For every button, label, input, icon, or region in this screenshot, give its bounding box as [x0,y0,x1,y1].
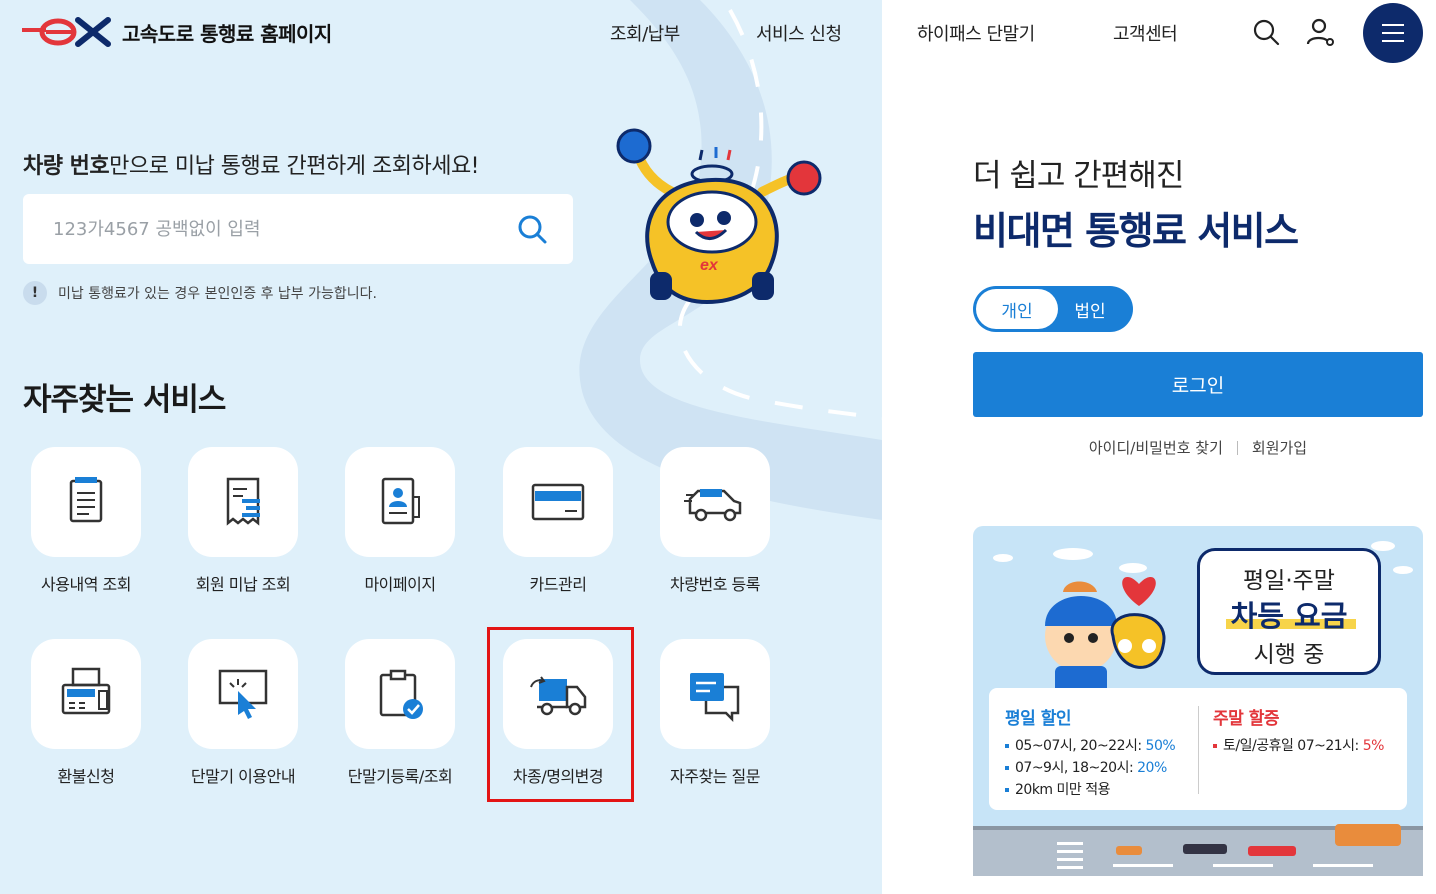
user-icon[interactable] [1305,16,1337,48]
lookup-notice: ! 미납 통행료가 있는 경우 본인인증 후 납부 가능합니다. [23,281,377,305]
service-label: 마이페이지 [364,575,436,594]
receipt-icon [226,477,260,526]
signup-link[interactable]: 회원가입 [1252,437,1307,458]
mascot-car-illustration: ex [616,128,822,305]
weekday-line: 05~07시, 20~22시: 50% [1005,735,1195,757]
bubble-line3: 시행 중 [1253,642,1325,668]
frequent-services-title: 자주찾는 서비스 [23,382,226,418]
service-label: 단말기등록/조회 [347,767,453,786]
search-icon[interactable] [515,212,549,246]
service-tile [188,447,298,557]
vehicle-icon [684,489,742,522]
header: 고속도로 통행료 홈페이지 조회/납부 서비스 신청 하이패스 단말기 고객센터 [0,0,1436,66]
bubble-line1: 평일·주말 [1243,568,1335,594]
chat-bubble-icon [690,673,740,723]
service-label: 단말기 이용안내 [190,767,296,786]
nav-inquiry-payment[interactable]: 조회/납부 [610,20,680,46]
contactless-subheading: 더 쉽고 간편해진 [973,158,1184,194]
service-label: 차량번호 등록 [670,575,760,594]
service-tile [31,447,141,557]
service-tile [31,639,141,749]
service-label: 사용내역 조회 [41,575,131,594]
service-label: 카드관리 [529,575,587,594]
site-logo[interactable]: 고속도로 통행료 홈페이지 [22,16,332,48]
nav-hipass-device[interactable]: 하이패스 단말기 [917,20,1035,46]
service-label: 자주찾는 질문 [670,767,760,786]
menu-button[interactable] [1363,3,1423,63]
service-faq[interactable]: 자주찾는 질문 [645,639,785,799]
lookup-title: 차량 번호만으로 미납 통행료 간편하게 조회하세요! [23,154,479,179]
weekday-line: 20km 미만 적용 [1005,779,1195,801]
service-tile [345,639,455,749]
touch-screen-icon [218,669,268,719]
rate-info-card: 평일 할인 05~07시, 20~22시: 50% 07~9시, 18~20시:… [989,688,1407,810]
service-tile [503,447,613,557]
weekend-line: 토/일/공휴일 07~21시: 5% [1213,735,1403,757]
site-title: 고속도로 통행료 홈페이지 [122,21,332,46]
notice-text: 미납 통행료가 있는 경우 본인인증 후 납부 가능합니다. [58,286,377,302]
fax-icon [61,667,111,715]
toggle-personal[interactable]: 개인 [976,289,1058,329]
profile-card-icon [381,477,420,525]
nav-customer-center[interactable]: 고객센터 [1113,20,1178,46]
svg-text:ex: ex [700,257,719,274]
member-type-toggle: 개인 법인 [973,286,1133,332]
service-device-register[interactable]: 단말기등록/조회 [330,639,470,799]
service-tile [188,639,298,749]
service-tile [345,447,455,557]
service-member-unpaid[interactable]: 회원 미납 조회 [173,447,313,607]
service-label: 회원 미납 조회 [195,575,291,594]
service-tile [660,447,770,557]
divider [1198,706,1199,794]
service-mypage[interactable]: 마이페이지 [330,447,470,607]
plate-search-box [23,194,573,264]
service-card-management[interactable]: 카드관리 [488,447,628,607]
unpaid-lookup-panel: 차량 번호만으로 미납 통행료 간편하게 조회하세요! ! 미납 통행료가 있는… [0,0,882,894]
bubble-line2: 차등 요금 [1230,599,1348,633]
find-account-link[interactable]: 아이디/비밀번호 찾기 [1089,437,1223,458]
service-label: 환불신청 [57,767,115,786]
account-links: 아이디/비밀번호 찾기 회원가입 [973,437,1423,458]
menu-icon [1382,24,1404,42]
weekday-line: 07~9시, 18~20시: 20% [1005,757,1195,779]
ex-logo-icon [22,17,111,47]
search-icon[interactable] [1250,16,1282,48]
service-device-guide[interactable]: 단말기 이용안내 [173,639,313,799]
differential-toll-banner[interactable]: 평일·주말 차등 요금 시행 중 평일 할인 05~07시, 20~22시: 5… [973,526,1423,876]
clipboard-check-icon [379,669,423,719]
document-list-icon [69,477,103,523]
banner-speech-bubble: 평일·주말 차등 요금 시행 중 [1197,548,1381,675]
weekday-discount: 평일 할인 05~07시, 20~22시: 50% 07~9시, 18~20시:… [1005,704,1195,801]
nav-service-application[interactable]: 서비스 신청 [756,20,842,46]
highlight-box [487,627,634,802]
credit-card-icon [531,483,585,521]
plate-number-input[interactable] [53,214,493,244]
service-vehicle-registration[interactable]: 차량번호 등록 [645,447,785,607]
toggle-corporate[interactable]: 법인 [1049,289,1131,329]
login-button[interactable]: 로그인 [973,352,1423,417]
service-usage-history[interactable]: 사용내역 조회 [16,447,156,607]
weekend-title: 주말 할증 [1213,709,1279,729]
weekend-surcharge: 주말 할증 토/일/공휴일 07~21시: 5% [1213,704,1403,757]
divider [1236,440,1238,455]
exclamation-icon: ! [23,281,47,305]
service-refund[interactable]: 환불신청 [16,639,156,799]
contactless-heading: 비대면 통행료 서비스 [973,209,1299,253]
weekday-title: 평일 할인 [1005,709,1071,729]
service-tile [660,639,770,749]
